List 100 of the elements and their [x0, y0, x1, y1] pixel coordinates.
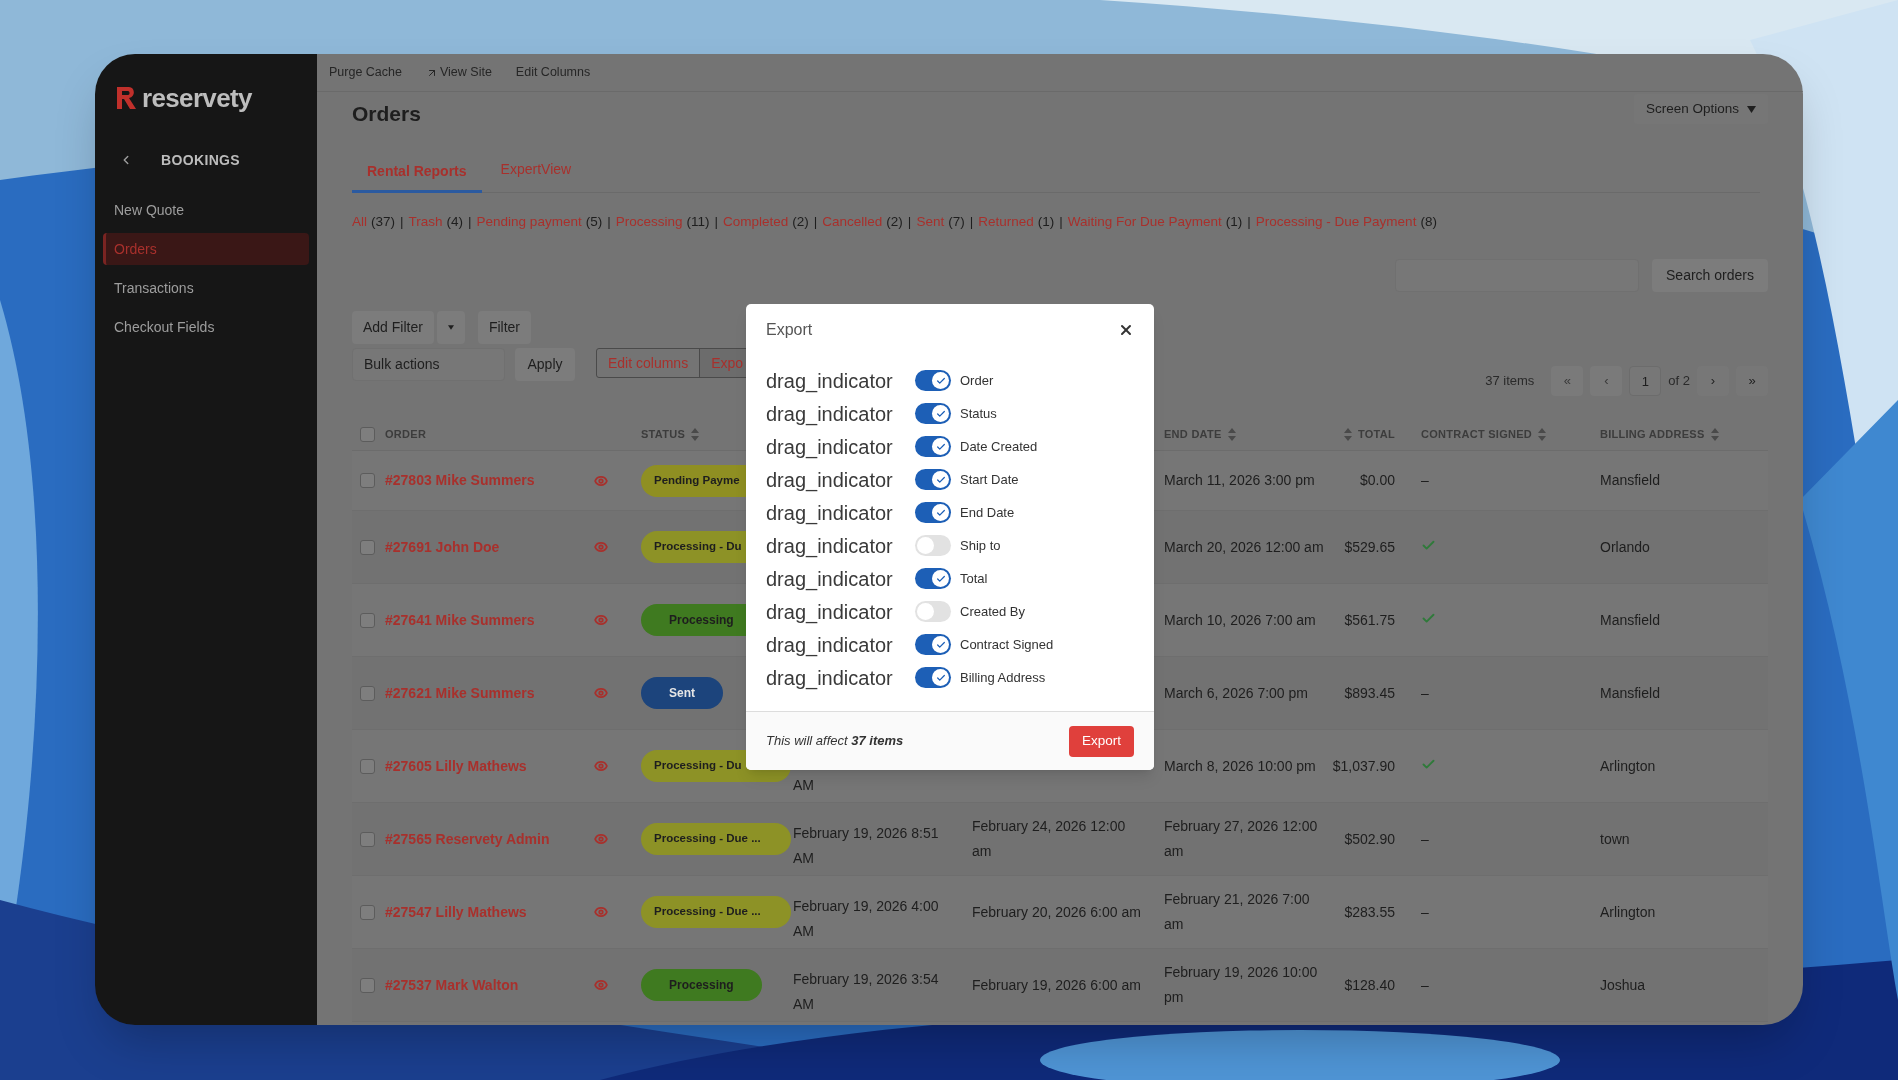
separator: | [468, 212, 472, 231]
sidebar-item[interactable]: New Quote [103, 194, 309, 226]
bulk-actions-select[interactable]: Bulk actions [352, 348, 505, 381]
table-cell-text: $893.45 [1344, 683, 1395, 703]
status-count: (1) [1037, 212, 1055, 231]
status-badge: Processing - Due ... [641, 896, 791, 928]
drag-handle[interactable]: drag_indicator [766, 398, 915, 429]
drag-handle[interactable]: drag_indicator [766, 662, 915, 693]
separator: | [1059, 212, 1063, 231]
column-header: STATUS [641, 426, 686, 442]
logo-text: reservety [142, 85, 252, 111]
column-header: ORDER [385, 426, 427, 442]
table-cell-text: February 19, 2026 3:54 AM [793, 970, 940, 1014]
status-count: (7) [948, 212, 965, 231]
table-cell-text: February 19, 2026 8:51 AM [793, 824, 940, 868]
add-filter-button[interactable]: Add Filter [352, 311, 434, 344]
topbar-link[interactable]: View Site [425, 63, 492, 82]
table-cell-text: February 24, 2026 12:00 am [972, 817, 1127, 861]
section-title: BOOKINGS [161, 150, 241, 170]
table-cell-text: March 8, 2026 10:00 pm [1164, 756, 1317, 776]
column-label: Billing Address [960, 668, 1046, 687]
page-title: Orders [352, 101, 421, 127]
table-cell-text: February 27, 2026 12:00 am [1164, 817, 1319, 861]
status-count: (4) [446, 212, 464, 231]
table-cell-text: $529.65 [1344, 537, 1395, 557]
table-cell: Mansfield [1600, 611, 1660, 628]
column-label: Start Date [960, 470, 1019, 489]
page-total: of 2 [1668, 372, 1690, 391]
apply-button[interactable]: Apply [515, 348, 575, 381]
column-label: Date Created [960, 437, 1038, 456]
topbar-link[interactable]: Edit Columns [515, 63, 591, 82]
table-cell-text: $561.75 [1344, 610, 1395, 630]
column-header: CONTRACT SIGNED [1421, 426, 1533, 442]
status-count: (11) [686, 212, 710, 231]
table-cell: – [1421, 903, 1429, 920]
table-cell-text: March 11, 2026 3:00 pm [1164, 471, 1316, 490]
table-cell: – [1421, 684, 1429, 701]
table-cell-text: February 21, 2026 7:00 am [1164, 890, 1311, 934]
column-header: TOTAL [1357, 426, 1395, 442]
status-count: (5) [585, 212, 603, 231]
previous-page-button[interactable]: ‹ [1590, 366, 1623, 396]
table-cell-text: March 6, 2026 7:00 pm [1164, 683, 1309, 703]
table-cell-text: February 19, 2026 10:00 pm [1164, 963, 1319, 1007]
separator: | [400, 212, 404, 231]
table-cell: – [1421, 976, 1429, 993]
status-badge: Processing [641, 969, 762, 1001]
separator: | [607, 212, 611, 231]
sidebar-item[interactable]: Transactions [103, 272, 309, 304]
status-count: (37) [371, 212, 396, 231]
first-page-button[interactable]: « [1551, 366, 1584, 396]
drag-handle[interactable]: drag_indicator [766, 563, 915, 594]
table-cell-text: $283.55 [1344, 902, 1395, 922]
table-cell: town [1600, 830, 1630, 847]
status-count: (1) [1225, 212, 1243, 231]
table-cell: – [1421, 830, 1429, 847]
dialog-title: Export [766, 320, 813, 340]
table-cell: Joshua [1600, 976, 1646, 993]
separator: | [907, 212, 912, 231]
separator: | [714, 212, 718, 231]
table-cell-text: AM [793, 776, 815, 795]
column-label: Total [960, 569, 988, 588]
filter-button[interactable]: Filter [477, 311, 532, 344]
table-cell-text: February 20, 2026 6:00 am [972, 902, 1142, 922]
table-cell: Orlando [1600, 538, 1650, 555]
column-label: Status [960, 404, 997, 423]
table-cell: Arlington [1600, 757, 1656, 774]
topbar-link[interactable]: Purge Cache [329, 63, 402, 82]
status-badge: Sent [641, 677, 723, 709]
sidebar-item[interactable]: Checkout Fields [103, 311, 309, 343]
table-cell-text: $0.00 [1359, 471, 1395, 490]
table-cell: Mansfield [1600, 684, 1660, 701]
table-cell-text: $128.40 [1344, 975, 1395, 995]
page-field[interactable]: 1 [1629, 366, 1662, 396]
table-cell-text: March 10, 2026 7:00 am [1164, 610, 1317, 630]
column-header: END DATE [1164, 426, 1222, 442]
table-cell-text: $1,037.90 [1332, 756, 1395, 776]
column-label: Ship to [960, 536, 1001, 555]
drag-handle[interactable]: drag_indicator [766, 629, 915, 660]
export-confirm-button[interactable]: Export [1068, 725, 1134, 757]
search-orders-button[interactable]: Search orders [1652, 259, 1768, 292]
table-cell: Mansfield [1600, 472, 1660, 488]
column-label: End Date [960, 503, 1015, 522]
drag-handle[interactable]: drag_indicator [766, 497, 915, 528]
item-count: 37 items [1485, 372, 1535, 391]
column-label: Contract Signed [960, 635, 1054, 654]
affected-items-note: This will affect 37 items [766, 732, 904, 751]
drag-handle[interactable]: drag_indicator [766, 596, 915, 627]
drag-handle[interactable]: drag_indicator [766, 365, 915, 396]
status-count: (2) [886, 212, 903, 231]
drag-handle[interactable]: drag_indicator [766, 431, 915, 462]
table-cell-text: February 19, 2026 6:00 am [972, 975, 1142, 995]
column-label: Created By [960, 602, 1026, 621]
status-count: (2) [792, 212, 809, 231]
table-cell: – [1421, 472, 1429, 488]
table-cell-text: March 20, 2026 12:00 am [1164, 537, 1324, 557]
column-label: Order [960, 371, 994, 390]
separator: | [813, 212, 818, 231]
sidebar-item[interactable]: Orders [103, 233, 309, 265]
status-count: (8) [1420, 212, 1437, 231]
separator: | [969, 212, 974, 231]
